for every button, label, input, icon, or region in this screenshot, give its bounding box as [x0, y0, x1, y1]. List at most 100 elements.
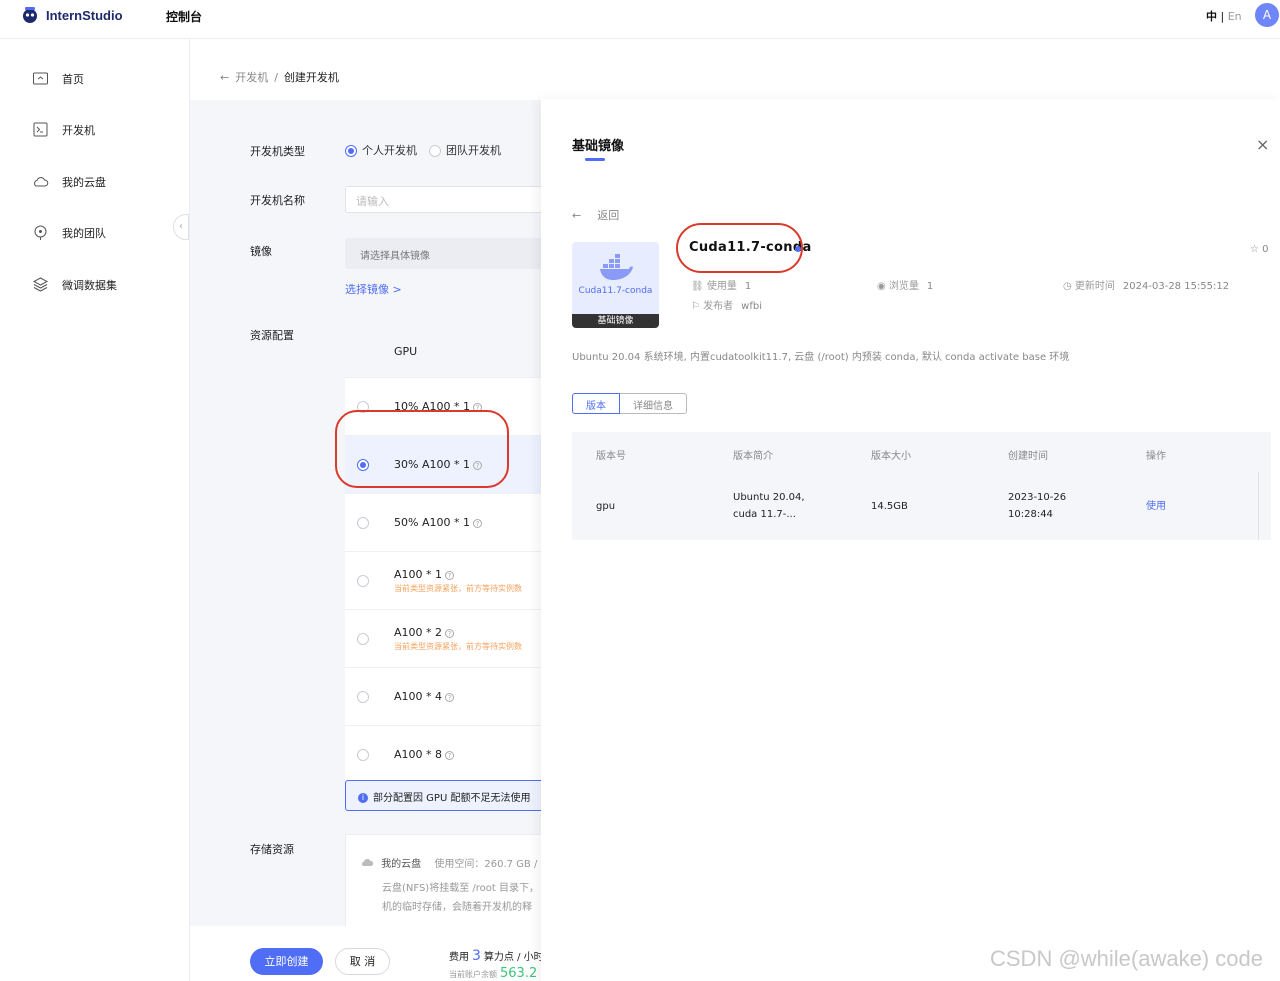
- time-cell: 2023-10-26: [1008, 492, 1067, 503]
- help-icon[interactable]: ?: [445, 692, 455, 702]
- storage-note: 机的临时存储，会随着开发机的释: [382, 902, 532, 913]
- cost-value: 3: [472, 948, 481, 964]
- cancel-button[interactable]: 取 消: [335, 948, 390, 975]
- version-table: 版本号 版本简介 版本大小 创建时间 操作 gpu Ubuntu 20.04, …: [572, 432, 1271, 540]
- sidebar-item-home[interactable]: 首页: [32, 70, 84, 87]
- sidebar-collapse-button[interactable]: ‹: [173, 214, 189, 240]
- lang-en[interactable]: En: [1228, 10, 1242, 23]
- cloud-icon: [360, 859, 374, 870]
- notice-text: 部分配置因 GPU 配额不足无法使用: [373, 793, 531, 804]
- info-icon: i: [358, 793, 368, 803]
- sidebar-item-label: 首页: [62, 72, 84, 86]
- column-header: 操作: [1146, 451, 1166, 462]
- quota-notice: i 部分配置因 GPU 配额不足无法使用: [345, 780, 545, 811]
- type-option-personal[interactable]: 个人开发机: [345, 142, 417, 158]
- image-card: Cuda11.7-conda 基础镜像: [572, 242, 659, 328]
- help-icon[interactable]: ?: [445, 750, 455, 760]
- intro-cell: Ubuntu 20.04,: [733, 492, 805, 503]
- gpu-row[interactable]: A100 * 2? 当前类型资源紧张，前方等待实例数: [345, 609, 545, 667]
- docker-icon: [599, 252, 633, 285]
- gpu-name-text: 50% A100 * 1: [394, 516, 470, 529]
- storage-name: 我的云盘: [381, 859, 422, 870]
- sidebar-item-cloud[interactable]: 我的云盘: [32, 173, 106, 190]
- help-icon[interactable]: ?: [445, 570, 455, 580]
- publisher-label: 发布者: [703, 301, 734, 312]
- scrollbar[interactable]: [1258, 472, 1259, 540]
- sidebar-item-devmachine[interactable]: 开发机: [32, 121, 95, 138]
- tab-details[interactable]: 详细信息: [620, 393, 687, 414]
- lang-zh[interactable]: 中: [1206, 10, 1217, 23]
- radio-icon[interactable]: [357, 633, 369, 645]
- name-input[interactable]: 请输入: [345, 186, 545, 213]
- cloud-icon: [32, 173, 49, 190]
- home-icon: [32, 70, 49, 87]
- storage-row: 我的云盘 使用空间：260.7 GB /: [360, 855, 537, 870]
- radio-icon[interactable]: [357, 517, 369, 529]
- close-icon[interactable]: ×: [1256, 135, 1269, 154]
- tab-versions[interactable]: 版本: [572, 393, 620, 414]
- image-select[interactable]: 请选择具体镜像: [345, 238, 545, 269]
- back-link[interactable]: ← 返回: [572, 207, 619, 223]
- type-option-team[interactable]: 团队开发机: [429, 142, 501, 158]
- back-arrow-icon[interactable]: ←: [572, 209, 581, 222]
- intro-cell: cuda 11.7-...: [733, 509, 796, 520]
- breadcrumb-parent[interactable]: 开发机: [235, 69, 268, 85]
- radio-icon[interactable]: [357, 575, 369, 587]
- team-icon: [32, 224, 49, 241]
- sidebar: 首页 开发机 我的云盘 我的团队 微调数据集 ‹: [0, 39, 190, 981]
- choose-image-link[interactable]: 选择镜像 >: [345, 281, 402, 297]
- use-button[interactable]: 使用: [1146, 498, 1166, 515]
- avatar[interactable]: A: [1255, 3, 1279, 27]
- gpu-name-text: A100 * 4: [394, 690, 443, 703]
- create-button[interactable]: 立即创建: [250, 948, 323, 975]
- logo[interactable]: InternStudio: [20, 5, 123, 25]
- gpu-header: GPU: [345, 327, 545, 377]
- column-header: 创建时间: [1008, 451, 1048, 462]
- radio-icon[interactable]: [357, 749, 369, 761]
- annotation-outline: [676, 223, 803, 273]
- gpu-row[interactable]: A100 * 1? 当前类型资源紧张，前方等待实例数: [345, 551, 545, 609]
- gpu-row[interactable]: 50% A100 * 1?: [345, 493, 545, 551]
- card-image-type: 基础镜像: [572, 314, 659, 328]
- usage-label: 使用量: [706, 281, 737, 292]
- gpu-row-name: 50% A100 * 1?: [394, 516, 482, 529]
- updated-meta: ◷ 更新时间 2024-03-28 15:55:12: [1063, 277, 1229, 292]
- radio-icon[interactable]: [429, 145, 441, 157]
- storage-box: 我的云盘 使用空间：260.7 GB / 云盘(NFS)将挂载至 /root 目…: [345, 834, 545, 926]
- version-cell: gpu: [596, 501, 616, 512]
- cost-label: 费用: [449, 952, 469, 963]
- radio-icon[interactable]: [357, 691, 369, 703]
- gpu-row[interactable]: A100 * 8?: [345, 725, 545, 783]
- name-label: 开发机名称: [250, 194, 305, 207]
- publisher-meta: ⚐ 发布者 wfbi: [691, 297, 762, 312]
- language-switch[interactable]: 中 | En: [1206, 8, 1242, 24]
- console-link[interactable]: 控制台: [166, 8, 202, 25]
- breadcrumb-separator: /: [274, 70, 278, 84]
- intern-logo-icon: [20, 5, 40, 25]
- favorite-button[interactable]: ☆ 0: [1250, 244, 1269, 255]
- time-cell: 10:28:44: [1008, 509, 1053, 520]
- resource-label: 资源配置: [250, 329, 294, 342]
- back-label[interactable]: 返回: [597, 207, 619, 223]
- gpu-row[interactable]: A100 * 4?: [345, 667, 545, 725]
- sidebar-item-datasets[interactable]: 微调数据集: [32, 276, 117, 293]
- views-meta: ◉ 浏览量 1: [877, 277, 933, 292]
- balance-value: 563.2: [500, 966, 538, 981]
- updated-value: 2024-03-28 15:55:12: [1122, 281, 1230, 292]
- image-label: 镜像: [250, 245, 272, 258]
- cost-unit: 算力点 / 小时: [483, 952, 544, 963]
- gpu-row-name: A100 * 2?: [394, 626, 455, 639]
- gpu-table: GPU 10% A100 * 1? 30% A100 * 1? 50% A100…: [345, 327, 545, 783]
- help-icon[interactable]: ?: [445, 628, 455, 638]
- gpu-row-name: A100 * 4?: [394, 690, 455, 703]
- watermark: CSDN @while(awake) code: [990, 946, 1263, 971]
- help-icon[interactable]: ?: [472, 518, 482, 528]
- sidebar-item-team[interactable]: 我的团队: [32, 224, 106, 241]
- usage-meta: ⛓ 使用量 1: [691, 277, 751, 292]
- storage-used: 使用空间：260.7 GB /: [434, 859, 538, 870]
- type-label: 开发机类型: [250, 145, 305, 158]
- column-header: 版本号: [596, 451, 626, 462]
- views-label: 浏览量: [888, 281, 919, 292]
- radio-icon[interactable]: [345, 145, 357, 157]
- back-arrow-icon[interactable]: ←: [220, 71, 229, 84]
